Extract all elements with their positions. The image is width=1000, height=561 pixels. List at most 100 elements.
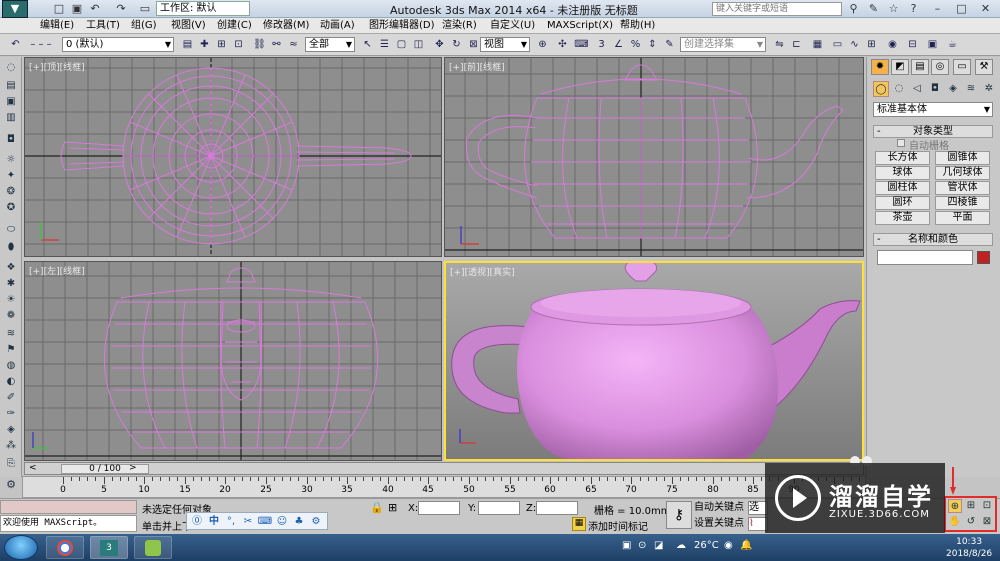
sun-icon[interactable]: ☀ xyxy=(3,293,19,307)
plane-button[interactable]: 平面 xyxy=(935,211,990,225)
reference-coord-dropdown[interactable]: 视图 ▼ xyxy=(480,37,530,52)
tray-app-icon[interactable]: ◉ xyxy=(724,540,733,551)
viewport-left[interactable]: [+][左][线框] xyxy=(24,261,442,461)
lock-selection-icon[interactable]: 🔒 xyxy=(370,501,384,514)
selection-icon[interactable]: ◌ xyxy=(3,61,19,75)
scale-icon[interactable]: ⊠ xyxy=(466,37,481,52)
new-layer-icon[interactable]: ✚ xyxy=(197,37,212,52)
tube-button[interactable]: 管状体 xyxy=(935,181,990,195)
undo-icon[interactable]: ↶ xyxy=(88,2,102,16)
object-category-dropdown[interactable]: 标准基本体 ▼ xyxy=(873,102,993,117)
absolute-mode-icon[interactable]: ⊞ xyxy=(388,501,397,514)
viewport-label-perspective[interactable]: [+][透视][真实] xyxy=(450,265,515,278)
minimize-icon[interactable]: – xyxy=(930,1,945,16)
star-icon[interactable]: ☆ xyxy=(886,1,901,16)
viewport-label-front[interactable]: [+][前][线框] xyxy=(449,60,505,73)
add-to-layer-icon[interactable]: ⊞ xyxy=(214,37,229,52)
next-frame-icon[interactable]: > xyxy=(129,463,137,473)
rect-selection-icon[interactable]: ▢ xyxy=(394,37,409,52)
viewport-perspective[interactable]: [+][透视][真实] xyxy=(444,261,864,461)
pivot-center-icon[interactable]: ⊕ xyxy=(535,37,550,52)
render-setup-icon[interactable]: ⊟ xyxy=(905,37,920,52)
menu-view[interactable]: 视图(V) xyxy=(171,19,206,33)
link-icon[interactable]: – – – xyxy=(25,37,57,52)
menu-customize[interactable]: 自定义(U) xyxy=(490,19,535,33)
new-file-icon[interactable]: □ xyxy=(52,2,66,16)
taskbar-app[interactable] xyxy=(134,536,172,559)
z-coordinate[interactable] xyxy=(536,501,578,515)
helper-icon[interactable]: ✦ xyxy=(3,169,19,183)
shape-icon[interactable]: ⬭ xyxy=(3,223,19,237)
layer-manager-icon[interactable]: ▤ xyxy=(180,37,195,52)
light-icon[interactable]: ☼ xyxy=(3,153,19,167)
taskbar-chrome[interactable] xyxy=(46,536,84,559)
workspace-dropdown[interactable]: 工作区: 默认 xyxy=(156,1,250,16)
named-selection-dropdown[interactable]: 创建选择集 ▼ xyxy=(680,37,766,52)
spacewarp-icon[interactable]: ❂ xyxy=(3,185,19,199)
bind-spacewarp-icon[interactable]: ≈ xyxy=(286,37,301,52)
hair-icon[interactable]: ⁂ xyxy=(3,439,19,453)
object-paint-icon[interactable]: ▤ xyxy=(3,79,19,93)
notification-icon[interactable]: 🔔 xyxy=(740,540,752,551)
globe-icon[interactable]: ◍ xyxy=(3,359,19,373)
ime-punctuation[interactable]: °, xyxy=(223,514,239,530)
ime-logo-icon[interactable]: ⓪ xyxy=(189,514,205,530)
binoculars-icon[interactable]: ⚲ xyxy=(846,1,861,16)
schematic-view-icon[interactable]: ⊞ xyxy=(864,37,879,52)
layer-explorer-icon[interactable]: ▦ xyxy=(810,37,825,52)
ime-chinese-mode[interactable]: 中 xyxy=(206,514,222,530)
maxscript-listener[interactable]: 欢迎使用 MAXScript。 xyxy=(0,515,137,532)
percent-snap-icon[interactable]: % xyxy=(628,37,643,52)
taskbar-3dsmax[interactable]: 3 xyxy=(90,536,128,559)
sphere-button[interactable]: 球体 xyxy=(875,166,930,180)
tray-shield-icon[interactable]: ◪ xyxy=(654,540,663,551)
shirt-icon[interactable]: ♣ xyxy=(291,514,307,530)
material-editor-icon[interactable]: ◉ xyxy=(885,37,900,52)
particle-icon[interactable]: ❖ xyxy=(3,261,19,275)
rendered-frame-icon[interactable]: ▣ xyxy=(925,37,940,52)
mirror-icon[interactable]: ⇋ xyxy=(772,37,787,52)
camera-icon[interactable]: ◘ xyxy=(3,133,19,147)
select-link-icon[interactable]: ⛓ xyxy=(252,37,267,52)
key-icon[interactable]: ⚷ xyxy=(666,501,692,529)
maximize-viewport-icon[interactable]: ⊠ xyxy=(980,515,994,529)
bones-icon[interactable]: ✱ xyxy=(3,277,19,291)
y-coordinate[interactable] xyxy=(478,501,520,515)
select-manipulate-icon[interactable]: ✣ xyxy=(555,37,570,52)
viewport-label-left[interactable]: [+][左][线框] xyxy=(29,264,85,277)
object-color-swatch[interactable] xyxy=(977,251,990,264)
zoom-icon[interactable]: ⊕ xyxy=(948,499,962,513)
move-icon[interactable]: ✥ xyxy=(432,37,447,52)
cloth-icon[interactable]: ◈ xyxy=(3,423,19,437)
edit-named-sel-icon[interactable]: ✎ xyxy=(662,37,677,52)
tab-modify[interactable]: ◩ xyxy=(891,59,909,75)
zoom-extents-icon[interactable]: ⊡ xyxy=(980,499,994,513)
menu-edit[interactable]: 编辑(E) xyxy=(40,19,74,33)
script-icon[interactable]: ⎘ xyxy=(3,457,19,471)
help-icon[interactable]: ? xyxy=(906,1,921,16)
angle-snap-icon[interactable]: ∠ xyxy=(611,37,626,52)
geometry-icon[interactable]: ⬮ xyxy=(3,241,19,255)
render-icon[interactable]: ☕ xyxy=(945,37,960,52)
select-layer-icon[interactable]: ⊡ xyxy=(231,37,246,52)
close-icon[interactable]: ✕ xyxy=(978,1,993,16)
rotate-icon[interactable]: ↻ xyxy=(449,37,464,52)
set-key-button[interactable]: 设置关键点 xyxy=(694,517,744,531)
box-button[interactable]: 长方体 xyxy=(875,151,930,165)
tab-utilities[interactable]: ⚒ xyxy=(975,59,993,75)
populate-icon[interactable]: ▣ xyxy=(3,95,19,109)
tab-hierarchy[interactable]: ▤ xyxy=(911,59,929,75)
select-object-icon[interactable]: ↖ xyxy=(360,37,375,52)
brush-icon[interactable]: ✐ xyxy=(3,391,19,405)
paint-icon[interactable]: ✑ xyxy=(3,407,19,421)
cylinder-button[interactable]: 圆柱体 xyxy=(875,181,930,195)
menu-graph-editors[interactable]: 图形编辑器(D) xyxy=(369,19,435,33)
autogrid-checkbox[interactable] xyxy=(897,139,905,147)
select-by-name-icon[interactable]: ☰ xyxy=(377,37,392,52)
ime-emoji[interactable]: ☺ xyxy=(274,514,290,530)
snaps-toggle-icon[interactable]: 3 xyxy=(594,37,609,52)
taskbar-clock[interactable]: 10:33 2018/8/26 xyxy=(946,536,992,560)
tag-icon[interactable]: ⚑ xyxy=(3,343,19,357)
mini-curve-editor-icon[interactable]: ⚙ xyxy=(2,478,20,496)
menu-tools[interactable]: 工具(T) xyxy=(86,19,120,33)
